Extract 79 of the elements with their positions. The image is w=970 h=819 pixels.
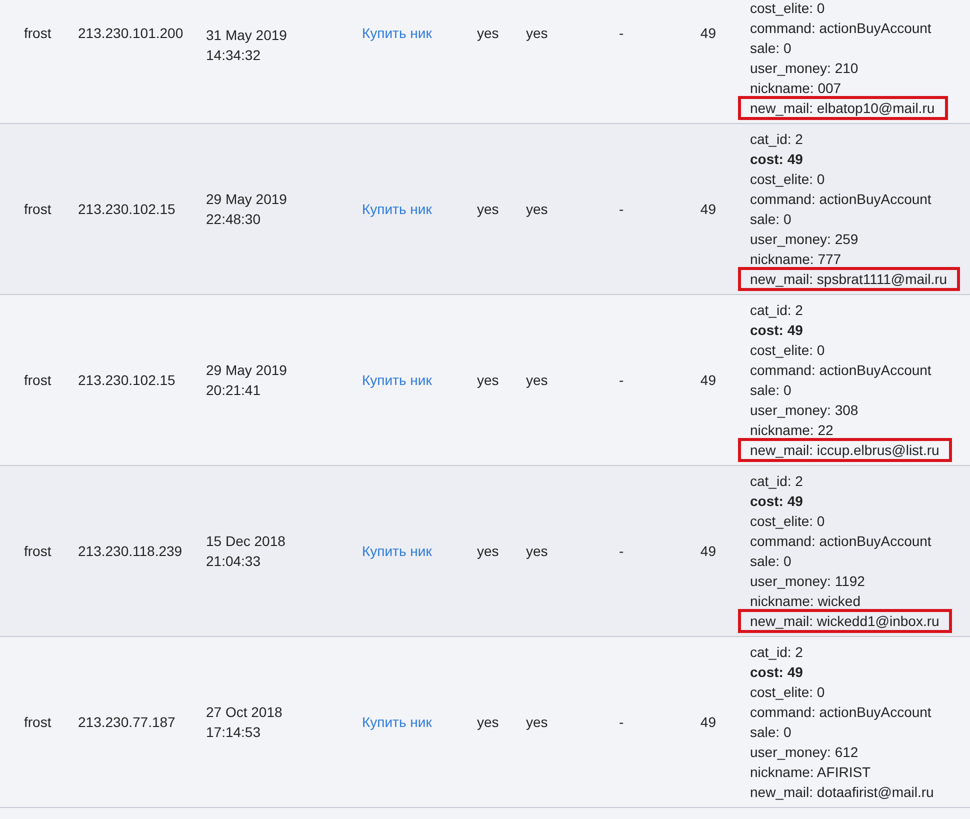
- ip-cell-text: 213.230.118.239: [78, 543, 184, 559]
- table-cell-text: yes: [526, 543, 549, 559]
- detail-line: nickname: 777: [750, 250, 842, 268]
- date-text: 29 May 2019: [206, 190, 287, 209]
- detail-line: new_mail: dotaafirist@mail.ru: [750, 783, 934, 801]
- amount-cell-text: 49: [699, 25, 716, 41]
- detail-line: user_money: 259: [750, 230, 858, 248]
- user-cell-text: frost: [24, 372, 52, 388]
- table-cell-text: -: [619, 201, 625, 217]
- amount-cell-text: 49: [699, 714, 716, 730]
- action-link[interactable]: Купить ник: [362, 201, 432, 217]
- amount-cell-text: 49: [699, 201, 716, 217]
- detail-line: cost: 49: [750, 150, 803, 168]
- table-cell-text: yes: [477, 201, 500, 217]
- detail-line: command: actionBuyAccount: [750, 361, 932, 379]
- detail-line: sale: 0: [750, 210, 792, 228]
- detail-line: nickname: wicked: [750, 592, 860, 610]
- detail-line: sale: 0: [750, 39, 792, 57]
- user-cell-text: frost: [24, 543, 52, 559]
- detail-line: cost_elite: 0: [750, 341, 825, 359]
- table-cell-text: yes: [526, 714, 549, 730]
- user-cell-text: frost: [24, 25, 52, 41]
- detail-line: cost_elite: 0: [750, 512, 825, 530]
- ip-cell-text: 213.230.77.187: [78, 714, 176, 730]
- date-text: 15 Dec 2018: [206, 532, 286, 551]
- detail-line: command: actionBuyAccount: [750, 19, 932, 37]
- table-cell-text: yes: [526, 372, 549, 388]
- detail-line: nickname: AFIRIST: [750, 763, 871, 781]
- detail-line: cost: 49: [750, 663, 803, 681]
- time-text: 22:48:30: [206, 210, 260, 229]
- detail-line: cat_id: 2: [750, 643, 803, 661]
- table-cell-text: yes: [526, 25, 549, 41]
- action-link[interactable]: Купить ник: [362, 714, 432, 730]
- detail-line: nickname: 22: [750, 421, 834, 439]
- user-cell-text: frost: [24, 201, 52, 217]
- detail-line: cat_id: 2: [750, 301, 803, 319]
- ip-cell-text: 213.230.102.15: [78, 201, 176, 217]
- action-link[interactable]: Купить ник: [362, 25, 432, 41]
- detail-line: sale: 0: [750, 381, 792, 399]
- detail-line: user_money: 1192: [750, 572, 865, 590]
- action-link[interactable]: Купить ник: [362, 543, 432, 559]
- table-cell-text: yes: [526, 201, 549, 217]
- detail-line: cost: 49: [750, 492, 803, 510]
- detail-line: user_money: 210: [750, 59, 858, 77]
- table-cell-text: -: [619, 25, 625, 41]
- detail-line: cost_elite: 0: [750, 170, 825, 188]
- date-text: 27 Oct 2018: [206, 703, 282, 722]
- detail-line: cost_elite: 0: [750, 0, 825, 17]
- detail-line: user_money: 308: [750, 401, 858, 419]
- ip-cell-text: 213.230.101.200: [78, 25, 184, 41]
- table-cell-text: -: [619, 372, 625, 388]
- detail-line: sale: 0: [750, 552, 792, 570]
- time-text: 21:04:33: [206, 552, 260, 571]
- amount-cell-text: 49: [699, 543, 716, 559]
- detail-line: nickname: 007: [750, 79, 842, 97]
- detail-line: command: actionBuyAccount: [750, 703, 932, 721]
- amount-cell-text: 49: [699, 372, 716, 388]
- detail-line: cost_elite: 0: [750, 683, 825, 701]
- table-cell-text: yes: [477, 543, 500, 559]
- date-text: 29 May 2019: [206, 361, 287, 380]
- time-text: 14:34:32: [206, 46, 260, 65]
- ip-cell-text: 213.230.102.15: [78, 372, 176, 388]
- detail-line: sale: 0: [750, 723, 792, 741]
- time-text: 17:14:53: [206, 723, 260, 742]
- table-cell-text: yes: [477, 25, 500, 41]
- table-cell-text: yes: [477, 714, 500, 730]
- date-text: 31 May 2019: [206, 26, 287, 45]
- detail-line: cost: 49: [750, 321, 803, 339]
- table-cell-text: -: [619, 714, 625, 730]
- detail-line: command: actionBuyAccount: [750, 532, 932, 550]
- table-cell-text: -: [619, 543, 625, 559]
- detail-line: cat_id: 2: [750, 472, 803, 490]
- table-cell-text: yes: [477, 372, 500, 388]
- detail-line: command: actionBuyAccount: [750, 190, 932, 208]
- detail-line: user_money: 612: [750, 743, 858, 761]
- detail-line: cat_id: 2: [750, 130, 803, 148]
- action-link[interactable]: Купить ник: [362, 372, 432, 388]
- user-cell-text: frost: [24, 714, 52, 730]
- time-text: 20:21:41: [206, 381, 260, 400]
